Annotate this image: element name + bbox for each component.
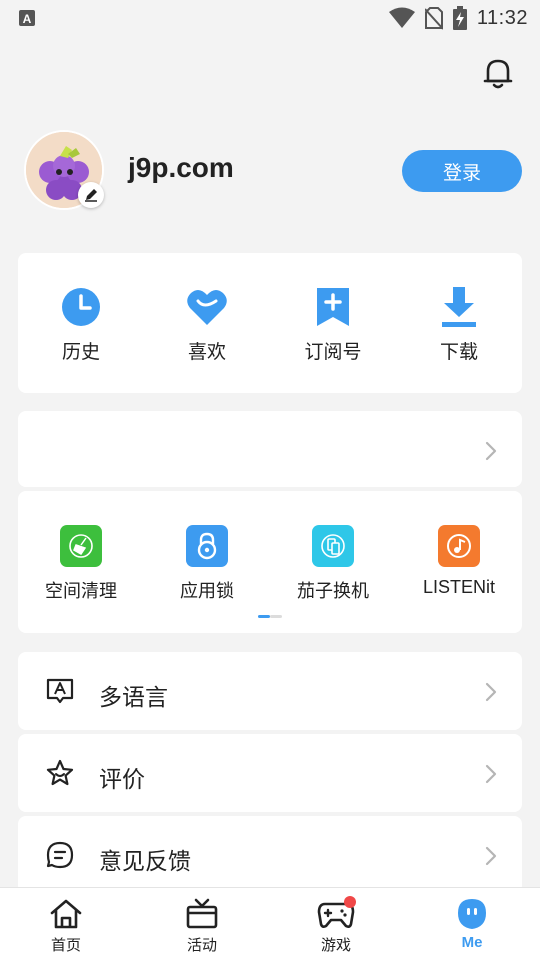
banner-card[interactable] bbox=[18, 411, 522, 487]
home-icon bbox=[50, 899, 82, 929]
login-button[interactable]: 登录 bbox=[402, 150, 522, 192]
clock-icon bbox=[62, 288, 100, 326]
tab-label: Me bbox=[461, 934, 483, 951]
bottom-tab-bar: 首页 活动 游戏 Me bbox=[0, 887, 540, 961]
profile-section: j9p.com 登录 bbox=[24, 130, 524, 212]
quick-item-likes[interactable]: 喜欢 bbox=[157, 287, 257, 364]
language-icon bbox=[46, 678, 74, 704]
page-dot bbox=[270, 615, 282, 618]
wifi-icon bbox=[388, 7, 415, 28]
app-label: LISTENit bbox=[422, 577, 496, 597]
menu-item-rate[interactable]: 评价 bbox=[18, 734, 522, 812]
quick-actions-card: 历史 喜欢 订阅号 下载 bbox=[18, 253, 522, 393]
menu-item-feedback[interactable]: 意见反馈 bbox=[18, 816, 522, 894]
heart-icon bbox=[187, 289, 227, 325]
star-icon bbox=[46, 759, 74, 786]
gift-tv-icon bbox=[186, 898, 218, 929]
quick-item-label: 下载 bbox=[439, 342, 478, 363]
tab-games[interactable]: 游戏 bbox=[286, 896, 386, 955]
app-item-listenit[interactable]: LISTENit bbox=[399, 525, 519, 598]
bell-icon[interactable] bbox=[480, 55, 516, 91]
broom-icon bbox=[60, 525, 102, 567]
quick-item-downloads[interactable]: 下载 bbox=[409, 287, 509, 364]
notification-dot bbox=[344, 896, 356, 908]
status-bar: A 11:32 bbox=[0, 0, 540, 36]
quick-item-label: 历史 bbox=[61, 342, 100, 363]
chevron-right-icon bbox=[485, 441, 497, 461]
lock-icon bbox=[186, 525, 228, 567]
quick-item-subscriptions[interactable]: 订阅号 bbox=[283, 287, 383, 364]
menu-item-label: 意见反馈 bbox=[99, 848, 191, 874]
status-time: 11:32 bbox=[476, 6, 528, 29]
tab-me[interactable]: Me bbox=[422, 898, 522, 951]
battery-charging-icon bbox=[452, 6, 467, 30]
chevron-right-icon bbox=[485, 682, 497, 702]
quick-item-label: 订阅号 bbox=[304, 342, 362, 363]
app-label: 茄子换机 bbox=[297, 581, 369, 601]
download-icon bbox=[442, 287, 476, 327]
app-item-space-cleanup[interactable]: 空间清理 bbox=[21, 525, 141, 603]
quick-item-history[interactable]: 历史 bbox=[31, 287, 131, 364]
chevron-right-icon bbox=[485, 764, 497, 784]
menu-item-label: 评价 bbox=[99, 766, 145, 792]
app-item-app-lock[interactable]: 应用锁 bbox=[147, 525, 267, 603]
tab-label: 游戏 bbox=[320, 937, 351, 954]
menu-item-language[interactable]: 多语言 bbox=[18, 652, 522, 730]
username: j9p.com bbox=[128, 152, 234, 183]
svg-text:A: A bbox=[23, 12, 32, 26]
recommended-apps-card: 空间清理 应用锁 茄子换机 LISTENit bbox=[18, 491, 522, 633]
phone-transfer-icon bbox=[312, 525, 354, 567]
feedback-icon bbox=[46, 841, 74, 869]
pencil-icon bbox=[85, 189, 97, 202]
keyboard-a-icon: A bbox=[19, 10, 35, 26]
tab-label: 首页 bbox=[50, 937, 81, 954]
page-indicator bbox=[258, 615, 282, 618]
app-label: 应用锁 bbox=[180, 581, 234, 601]
music-note-icon bbox=[438, 525, 480, 567]
edit-avatar-badge[interactable] bbox=[78, 182, 104, 208]
quick-item-label: 喜欢 bbox=[187, 342, 226, 363]
app-item-phone-transfer[interactable]: 茄子换机 bbox=[273, 525, 393, 603]
tab-home[interactable]: 首页 bbox=[16, 898, 116, 955]
menu-item-label: 多语言 bbox=[99, 684, 168, 710]
tab-activity[interactable]: 活动 bbox=[152, 898, 252, 955]
no-sim-icon bbox=[424, 7, 443, 30]
app-label: 空间清理 bbox=[45, 581, 117, 601]
me-icon bbox=[458, 899, 486, 929]
chevron-right-icon bbox=[485, 846, 497, 866]
tab-label: 活动 bbox=[186, 937, 217, 954]
page-dot-active bbox=[258, 615, 270, 618]
bookmark-plus-icon bbox=[317, 288, 349, 326]
